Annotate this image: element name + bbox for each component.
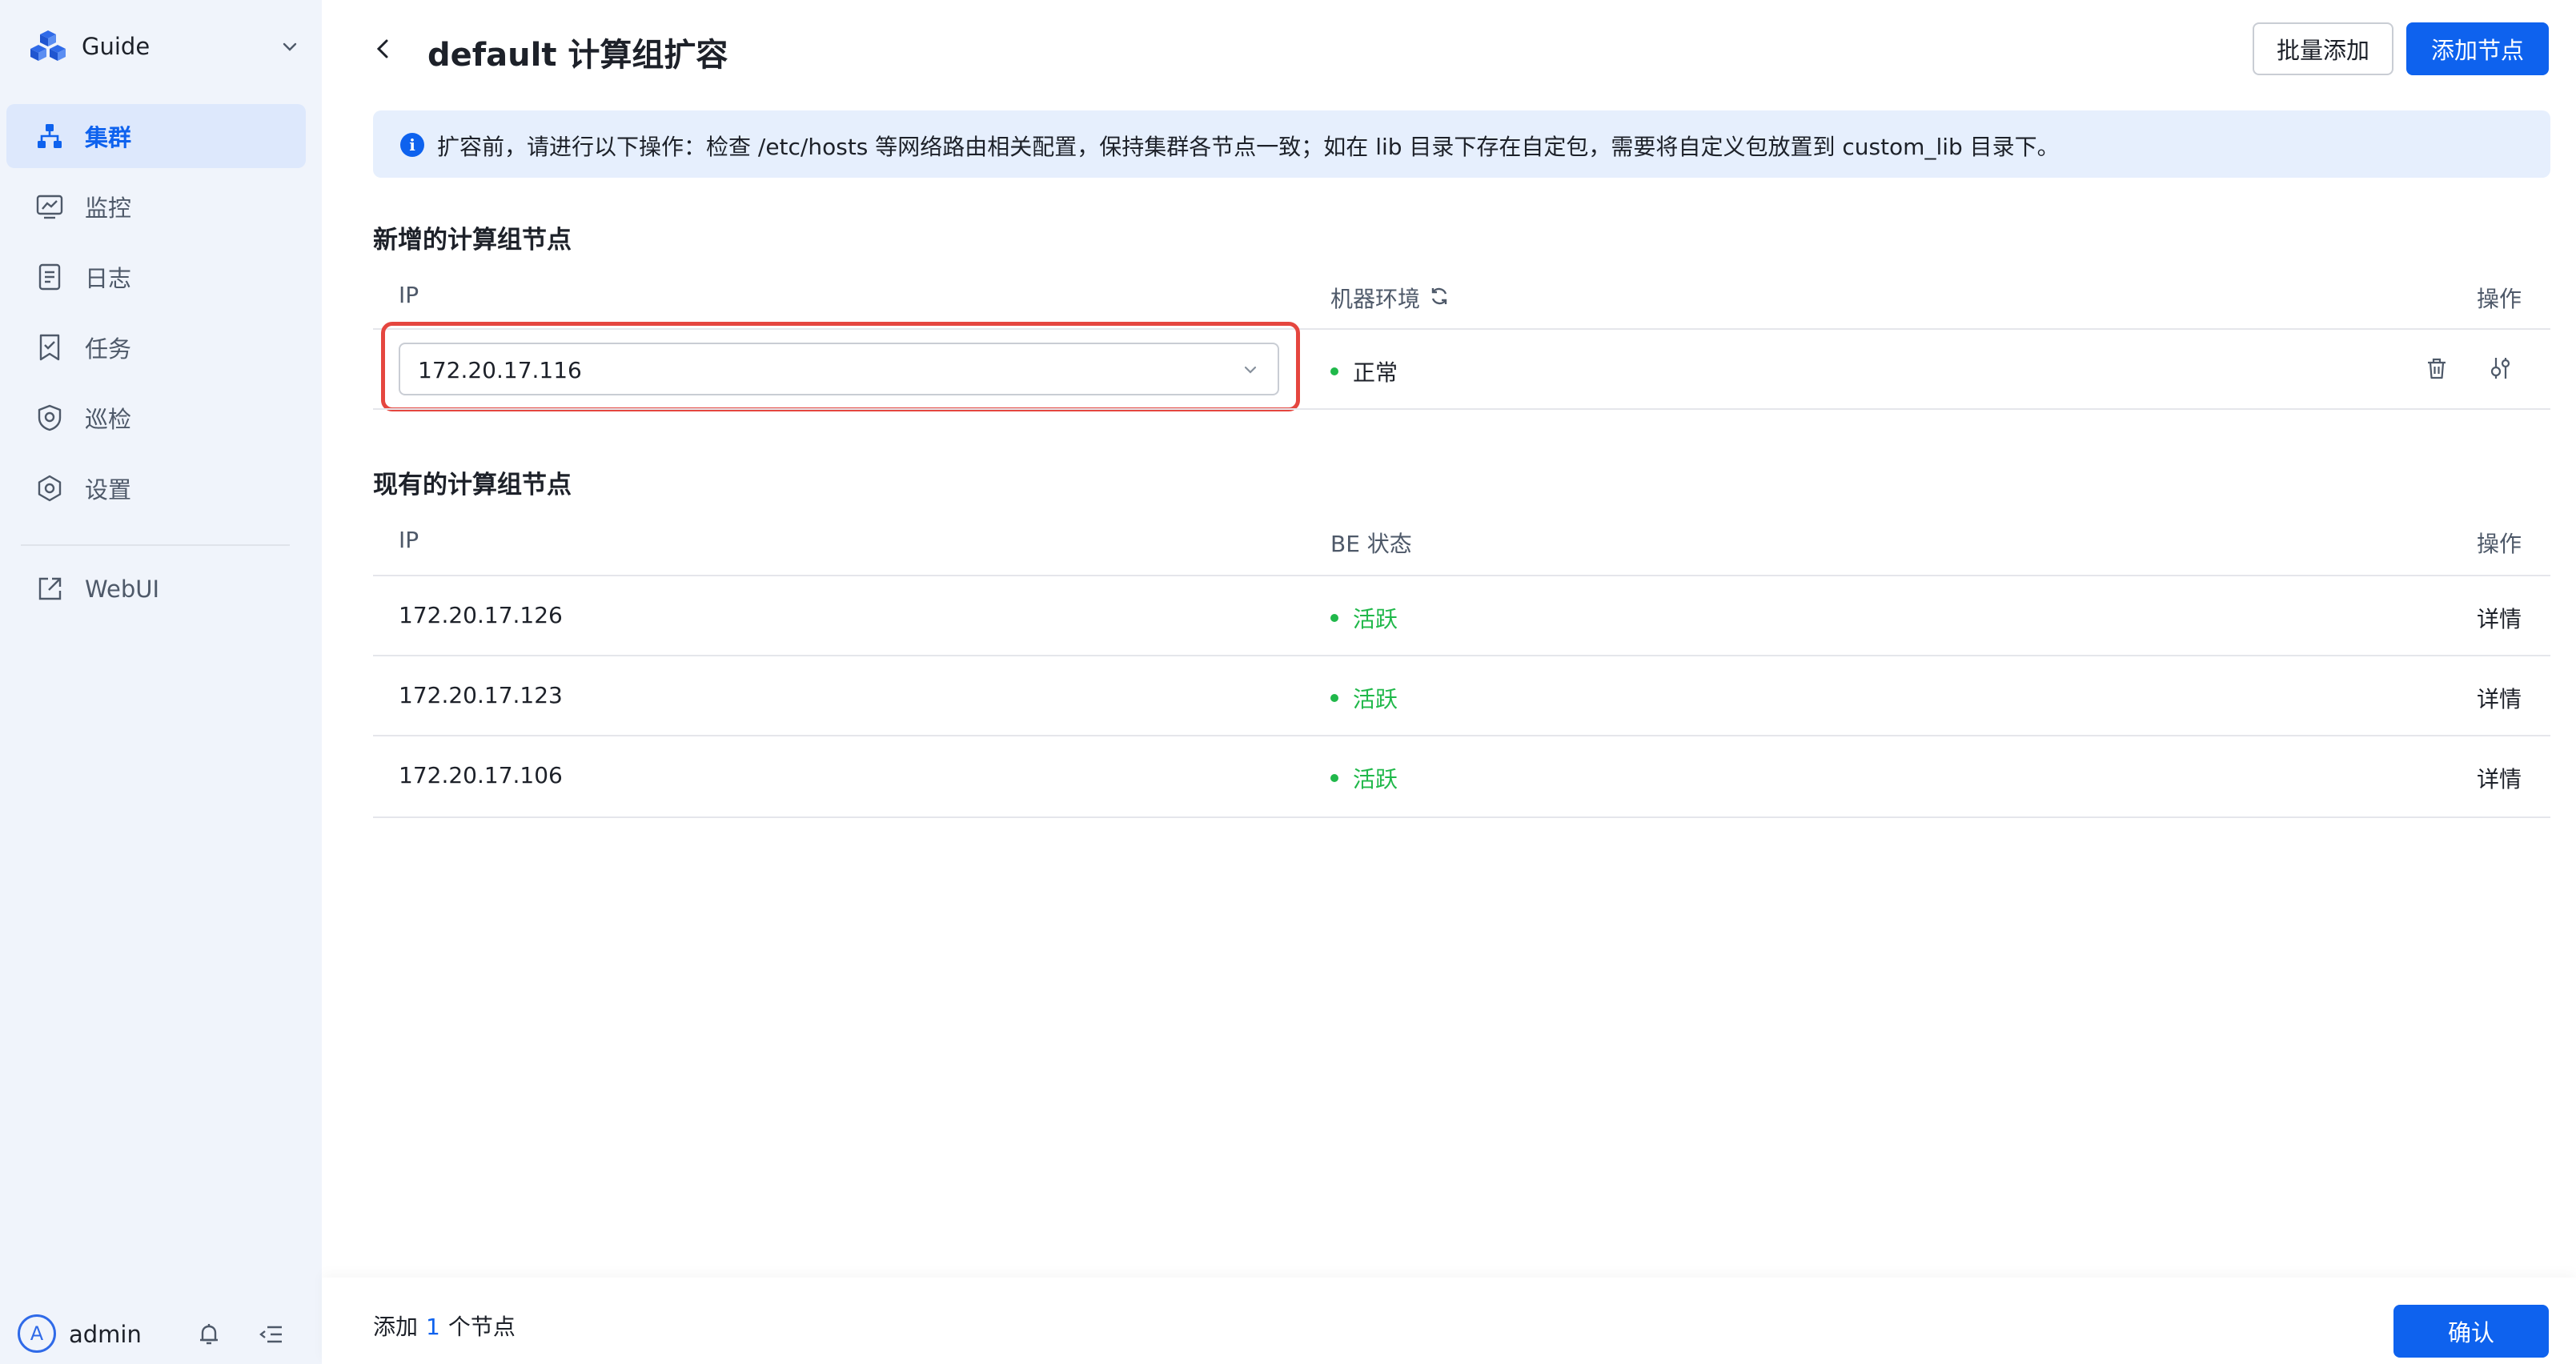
cluster-icon bbox=[38, 124, 62, 148]
username[interactable]: admin bbox=[69, 1321, 142, 1348]
be-status: 活跃 bbox=[1330, 682, 1398, 714]
row-divider bbox=[373, 408, 2550, 410]
chevron-down-icon bbox=[1244, 366, 1257, 374]
back-arrow-icon[interactable] bbox=[371, 37, 395, 61]
inspection-icon bbox=[38, 404, 62, 431]
env-status-label: 正常 bbox=[1353, 359, 1398, 386]
be-status: 活跃 bbox=[1330, 602, 1398, 634]
sidebar: Guide 集群 监控 日志 任务 巡检 设置 WebUI A admin bbox=[0, 0, 322, 1364]
column-header-action: 操作 bbox=[2477, 531, 2522, 557]
detail-link[interactable]: 详情 bbox=[2477, 602, 2522, 634]
node-ip: 172.20.17.106 bbox=[399, 762, 563, 788]
delete-icon[interactable] bbox=[2424, 355, 2450, 381]
column-header-ip: IP bbox=[399, 527, 419, 553]
column-header-action: 操作 bbox=[2477, 286, 2522, 312]
sidebar-item-log[interactable]: 日志 bbox=[6, 245, 306, 309]
existing-nodes-title: 现有的计算组节点 bbox=[373, 471, 572, 499]
node-ip: 172.20.17.123 bbox=[399, 682, 563, 708]
be-status-label: 活跃 bbox=[1353, 606, 1398, 632]
column-header-env: 机器环境 bbox=[1330, 286, 1421, 312]
refresh-icon[interactable] bbox=[1428, 285, 1451, 307]
sidebar-item-label: 巡检 bbox=[85, 406, 132, 433]
sidebar-item-label: 设置 bbox=[85, 476, 132, 503]
be-status-label: 活跃 bbox=[1353, 766, 1398, 792]
column-header-be-status: BE 状态 bbox=[1330, 531, 1412, 557]
task-icon bbox=[39, 334, 60, 361]
status-dot bbox=[1330, 367, 1338, 375]
sidebar-item-monitor[interactable]: 监控 bbox=[6, 175, 306, 239]
be-status: 活跃 bbox=[1330, 762, 1398, 794]
node-ip: 172.20.17.126 bbox=[399, 602, 563, 628]
brand-switcher[interactable]: Guide bbox=[29, 24, 301, 69]
detail-link[interactable]: 详情 bbox=[2477, 682, 2522, 714]
add-node-button[interactable]: 添加节点 bbox=[2406, 22, 2549, 75]
column-header-ip: IP bbox=[399, 282, 419, 308]
main-content: default 计算组扩容 批量添加 添加节点 i 扩容前，请进行以下操作：检查… bbox=[322, 0, 2576, 1364]
sidebar-item-inspection[interactable]: 巡检 bbox=[6, 386, 306, 450]
ip-select-value: 172.20.17.116 bbox=[418, 357, 582, 383]
new-nodes-title: 新增的计算组节点 bbox=[373, 226, 572, 255]
summary-count: 1 bbox=[426, 1314, 440, 1340]
row-divider bbox=[373, 816, 2550, 818]
summary-prefix: 添加 bbox=[373, 1314, 419, 1340]
sidebar-item-label: WebUI bbox=[85, 576, 160, 603]
status-dot bbox=[1330, 774, 1338, 782]
sidebar-item-webui[interactable]: WebUI bbox=[6, 557, 306, 621]
sidebar-item-settings[interactable]: 设置 bbox=[6, 456, 306, 520]
node-count-summary: 添加 1 个节点 bbox=[373, 1310, 516, 1342]
log-icon bbox=[38, 263, 61, 291]
be-status-label: 活跃 bbox=[1353, 686, 1398, 712]
sidebar-item-task[interactable]: 任务 bbox=[6, 315, 306, 379]
row-divider bbox=[373, 735, 2550, 736]
settings-icon bbox=[38, 475, 62, 502]
collapse-sidebar-icon[interactable] bbox=[258, 1321, 285, 1348]
bell-icon[interactable] bbox=[195, 1321, 223, 1348]
page-title: default 计算组扩容 bbox=[427, 37, 728, 74]
config-icon[interactable] bbox=[2488, 355, 2514, 381]
app-root: Guide 集群 监控 日志 任务 巡检 设置 WebUI A admin de… bbox=[0, 0, 2576, 1364]
info-icon: i bbox=[400, 133, 424, 157]
row-divider bbox=[373, 655, 2550, 656]
row-divider bbox=[373, 575, 2550, 576]
brand-name: Guide bbox=[82, 33, 150, 60]
summary-suffix: 个节点 bbox=[447, 1314, 516, 1340]
chevron-down-icon bbox=[283, 42, 297, 51]
external-link-icon bbox=[38, 577, 62, 600]
sidebar-footer: A admin bbox=[18, 1314, 306, 1354]
avatar[interactable]: A bbox=[18, 1314, 56, 1353]
sidebar-item-label: 监控 bbox=[85, 195, 132, 222]
sidebar-item-label: 任务 bbox=[85, 335, 132, 363]
detail-link[interactable]: 详情 bbox=[2477, 762, 2522, 794]
batch-add-button[interactable]: 批量添加 bbox=[2253, 22, 2393, 75]
sidebar-item-label: 日志 bbox=[85, 265, 132, 292]
alert-text: 扩容前，请进行以下操作：检查 /etc/hosts 等网络路由相关配置，保持集群… bbox=[437, 134, 2060, 160]
monitor-icon bbox=[36, 195, 63, 219]
status-dot bbox=[1330, 614, 1338, 622]
footer-bar: 添加 1 个节点 确认 bbox=[322, 1278, 2576, 1364]
nav-divider bbox=[21, 544, 290, 546]
status-dot bbox=[1330, 694, 1338, 702]
brand-logo-icon bbox=[30, 30, 66, 61]
env-status: 正常 bbox=[1330, 355, 1398, 387]
confirm-button[interactable]: 确认 bbox=[2393, 1305, 2549, 1358]
ip-select[interactable]: 172.20.17.116 bbox=[399, 343, 1279, 395]
info-alert: i 扩容前，请进行以下操作：检查 /etc/hosts 等网络路由相关配置，保持… bbox=[373, 110, 2550, 178]
sidebar-item-label: 集群 bbox=[85, 124, 132, 151]
sidebar-item-cluster[interactable]: 集群 bbox=[6, 104, 306, 168]
